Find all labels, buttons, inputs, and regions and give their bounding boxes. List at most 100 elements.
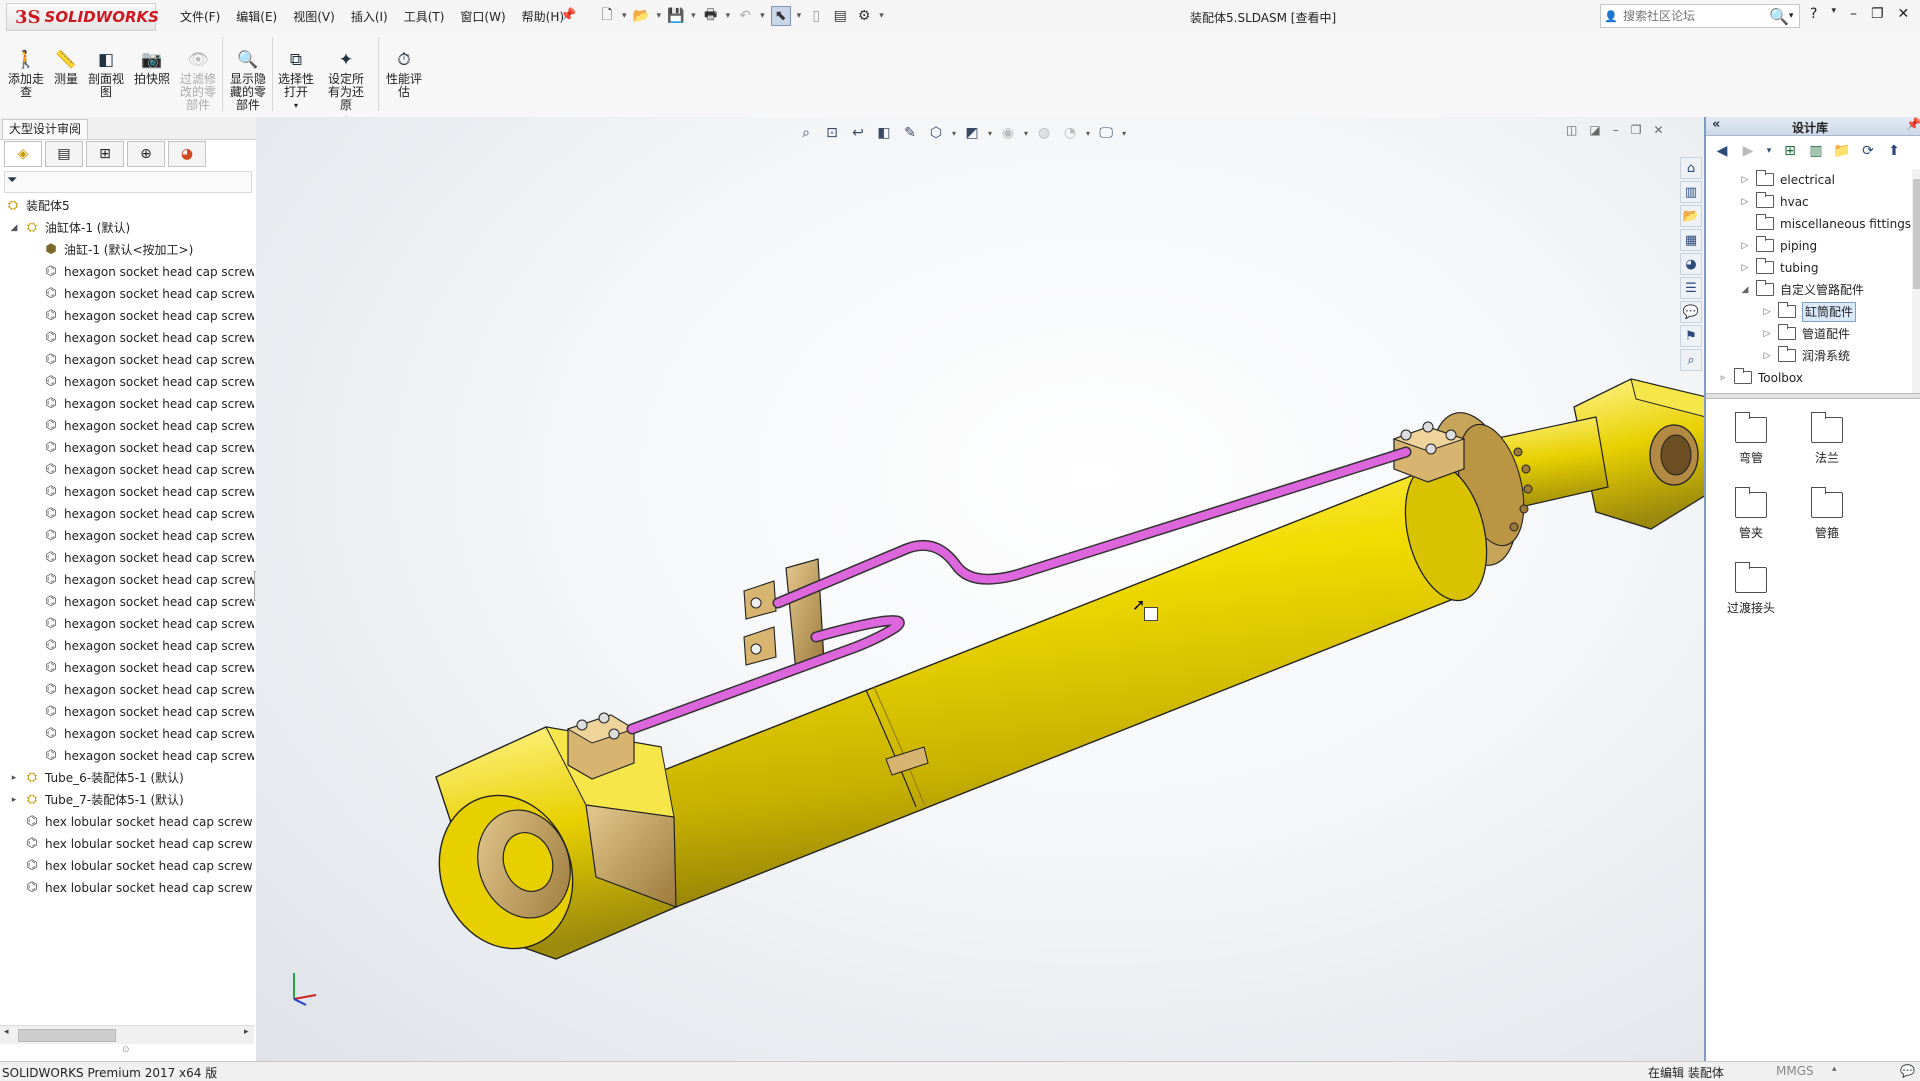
menu-item-6[interactable]: 帮助(H)	[522, 8, 564, 25]
collapse-pane-icon[interactable]: «	[1712, 117, 1720, 132]
expand-toggle-icon[interactable]: ▷	[1740, 191, 1750, 213]
select-cursor-icon[interactable]: ⬉	[770, 6, 791, 26]
scroll-thumb[interactable]	[1913, 179, 1920, 289]
chevron-down-icon[interactable]: ▾	[1789, 11, 1794, 21]
feature-manager-tab-icon[interactable]: ◈	[4, 141, 42, 167]
menu-item-5[interactable]: 窗口(W)	[460, 8, 505, 25]
tree-row[interactable]: ⌬ hexagon socket head cap screw	[0, 679, 254, 701]
expand-toggle-icon[interactable]: ▷	[1762, 345, 1772, 367]
tree-row[interactable]: ⌬ hexagon socket head cap screw	[0, 481, 254, 503]
tree-row[interactable]: ⌬ hexagon socket head cap screw	[0, 745, 254, 767]
add-to-library-icon[interactable]: ⊞	[1780, 141, 1800, 161]
tree-row[interactable]: ⌬ hexagon socket head cap screw	[0, 723, 254, 745]
performance-evaluation-button[interactable]: ⏱ 性能评估	[382, 49, 426, 99]
file-properties-icon[interactable]: ▤	[831, 7, 849, 25]
measure-button[interactable]: 📏 测量	[44, 49, 88, 86]
search-box[interactable]: 👤 🔍 ▾	[1600, 4, 1800, 28]
tree-row[interactable]: ⌬ hexagon socket head cap screw	[0, 569, 254, 591]
open-folder-icon[interactable]: 📂	[633, 7, 651, 25]
tree-row[interactable]: ⌬ hexagon socket head cap screw	[0, 701, 254, 723]
chevron-down-icon[interactable]: ▾	[726, 11, 731, 21]
pin-icon[interactable]: 📌	[560, 8, 576, 23]
hydraulic-cylinder-model[interactable]	[256, 117, 1704, 1061]
library-tree-scrollbar[interactable]	[1912, 169, 1920, 393]
expand-toggle-icon[interactable]: ▷	[1762, 301, 1772, 323]
section-view-button[interactable]: ◧ 剖面视图	[84, 49, 128, 99]
tree-row[interactable]: ⛭ 装配体5	[0, 195, 254, 217]
library-folder[interactable]: ▷ tubing	[1706, 257, 1912, 279]
library-folder[interactable]: miscellaneous fittings	[1706, 213, 1912, 235]
home-icon[interactable]: ⌂	[1680, 157, 1702, 179]
dimxpert-tab-icon[interactable]: ⊕	[127, 141, 165, 167]
show-hidden-button[interactable]: 🔍 显示隐藏的零部件	[226, 49, 270, 112]
print-icon[interactable]: 🖶	[702, 7, 720, 25]
tree-row[interactable]: ⌬ hexagon socket head cap screw	[0, 591, 254, 613]
filter-modified-button[interactable]: 👁 过滤修改的零部件	[176, 49, 220, 112]
library-folder[interactable]: ◢ 自定义管路配件	[1706, 279, 1912, 301]
save-icon[interactable]: 💾	[667, 7, 685, 25]
chevron-down-icon[interactable]: ▾	[760, 11, 765, 21]
display-manager-tab-icon[interactable]: ◕	[168, 141, 206, 167]
chevron-down-icon[interactable]: ▾	[797, 11, 802, 21]
forum-tab-icon[interactable]: 💬	[1680, 301, 1702, 323]
tree-row[interactable]: ▸ ⛭ Tube_6-装配体5-1 (默认)	[0, 767, 254, 789]
search-icon[interactable]: 🔍	[1769, 7, 1789, 26]
tree-row[interactable]: ⌬ hexagon socket head cap screw	[0, 283, 254, 305]
tree-filter[interactable]: ⏷	[4, 171, 252, 193]
tree-row[interactable]: ⌬ hexagon socket head cap screw	[0, 415, 254, 437]
chevron-down-icon[interactable]: ▾	[622, 11, 627, 21]
appearances-tab-icon[interactable]: ◕	[1680, 253, 1702, 275]
expand-toggle-icon[interactable]: ▸	[9, 789, 19, 811]
snapshot-button[interactable]: 📷 拍快照	[130, 49, 174, 86]
view-palette-tab-icon[interactable]: ▦	[1680, 229, 1702, 251]
library-folder[interactable]: ▷ 管道配件	[1706, 323, 1912, 345]
expand-toggle-icon[interactable]: ▹	[1718, 367, 1728, 389]
chevron-down-icon[interactable]: ▾	[1764, 141, 1774, 161]
tree-row[interactable]: ▸ ⛭ Tube_7-装配体5-1 (默认)	[0, 789, 254, 811]
expand-toggle-icon[interactable]: ▷	[1762, 323, 1772, 345]
panel-grip-icon[interactable]: ⊙	[122, 1045, 130, 1055]
chevron-up-icon[interactable]: ▴	[1832, 1064, 1837, 1074]
expand-toggle-icon[interactable]: ▸	[9, 767, 19, 789]
create-new-folder-icon[interactable]: 📁	[1832, 141, 1852, 161]
library-file-tile[interactable]: 法兰	[1794, 412, 1860, 466]
expand-toggle-icon[interactable]: ▷	[1740, 235, 1750, 257]
chevron-down-icon[interactable]: ▾	[879, 11, 884, 21]
menu-item-0[interactable]: 文件(F)	[180, 8, 220, 25]
tree-row[interactable]: ⌬ hexagon socket head cap screw	[0, 547, 254, 569]
minimize-icon[interactable]: –	[1850, 6, 1857, 22]
unit-system[interactable]: MMGS	[1776, 1064, 1814, 1078]
refresh-icon[interactable]: ⟳	[1858, 141, 1878, 161]
tree-row[interactable]: ⌬ hexagon socket head cap screw	[0, 503, 254, 525]
expand-toggle-icon[interactable]: ◢	[9, 217, 19, 239]
solidworks-resources-tab-icon[interactable]: ⚑	[1680, 325, 1702, 347]
pane-splitter[interactable]	[1706, 393, 1920, 399]
up-one-level-icon[interactable]: ⬆	[1884, 141, 1904, 161]
chevron-down-icon[interactable]: ▾	[657, 11, 662, 21]
file-explorer-tab-icon[interactable]: 📂	[1680, 205, 1702, 227]
tree-row[interactable]: ⌬ hexagon socket head cap screw	[0, 525, 254, 547]
tree-row[interactable]: ⌬ hexagon socket head cap screw	[0, 305, 254, 327]
expand-toggle-icon[interactable]: ▷	[1740, 257, 1750, 279]
library-folder[interactable]: ▷ 缸筒配件	[1706, 301, 1912, 323]
help-icon[interactable]: ?	[1810, 6, 1817, 22]
restore-icon[interactable]: ❐	[1871, 6, 1884, 22]
scroll-left-icon[interactable]: ◂	[4, 1027, 9, 1037]
chat-bubble-icon[interactable]: 💬	[1900, 1064, 1915, 1078]
tree-row[interactable]: ⌬ hexagon socket head cap screw	[0, 327, 254, 349]
undo-icon[interactable]: ↶	[736, 7, 754, 25]
chevron-down-icon[interactable]: ▾	[691, 11, 696, 21]
tree-row[interactable]: ⌬ hex lobular socket head cap screw	[0, 811, 254, 833]
design-library-tab-icon[interactable]: ▥	[1680, 181, 1702, 203]
back-icon[interactable]: ◀	[1712, 141, 1732, 161]
tree-row[interactable]: ⌬ hex lobular socket head cap screw	[0, 855, 254, 877]
forward-icon[interactable]: ▶	[1738, 141, 1758, 161]
property-manager-tab-icon[interactable]: ▤	[45, 141, 83, 167]
library-folder[interactable]: ▷ hvac	[1706, 191, 1912, 213]
scroll-thumb[interactable]	[18, 1029, 116, 1042]
tree-row[interactable]: ⬢ 油缸-1 (默认<按加工>)	[0, 239, 254, 261]
library-folder[interactable]: ▹ Toolbox	[1706, 367, 1912, 389]
search-tab-icon[interactable]: ⌕	[1680, 349, 1702, 371]
walkthrough-button[interactable]: 🚶 添加走查	[4, 49, 48, 99]
set-resolved-button[interactable]: ✦ 设定所有为还原 ▾	[324, 49, 368, 125]
